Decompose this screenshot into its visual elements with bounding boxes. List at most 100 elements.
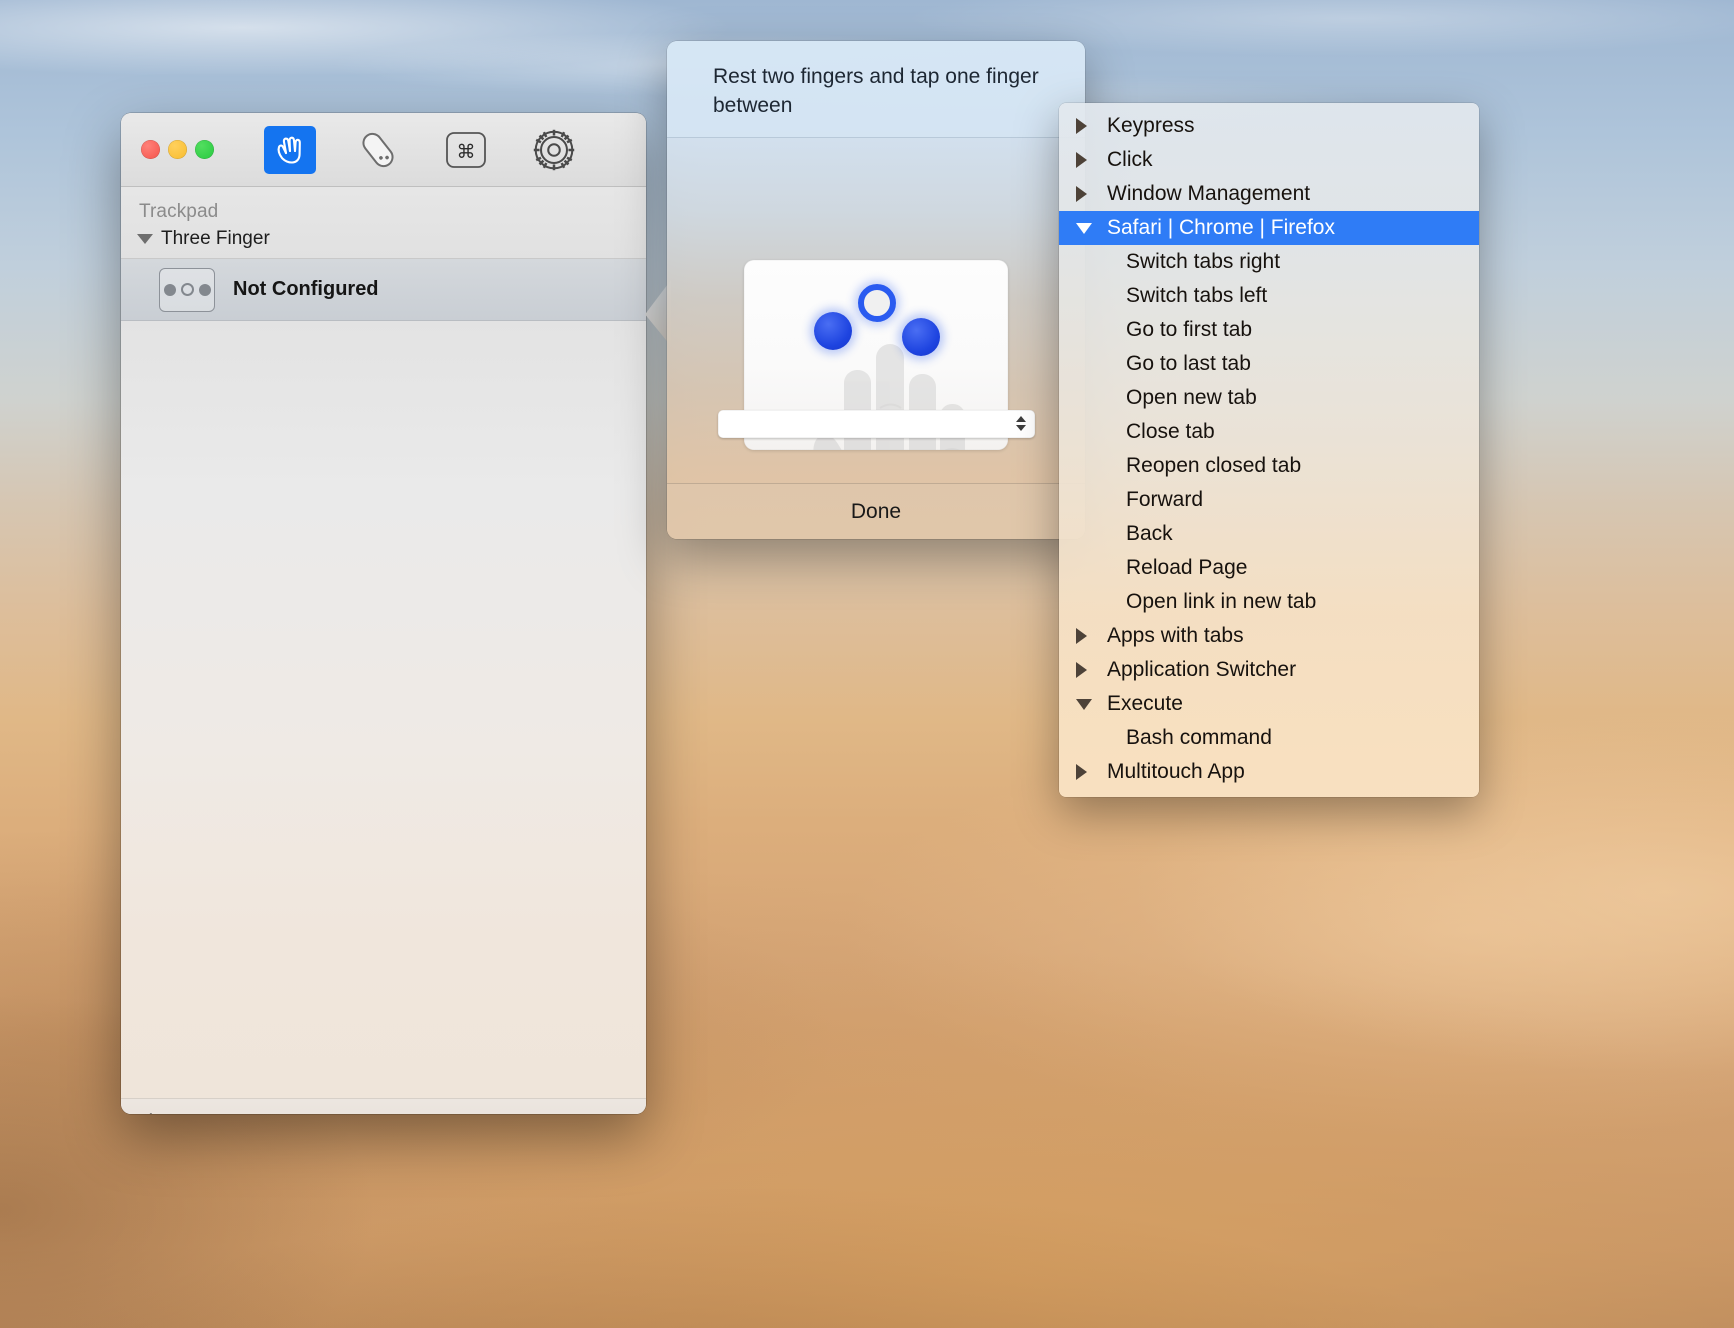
toolbar: ⌘ <box>264 125 580 174</box>
zoom-button[interactable] <box>195 140 214 159</box>
menu-item-label: Close tab <box>1126 420 1215 443</box>
action-context-menu: Keypress Click Window Management Safari | C… <box>1059 103 1479 797</box>
menu-item-apps-with-tabs[interactable]: Apps with tabs <box>1059 619 1479 653</box>
window-titlebar: ⌘ <box>121 113 646 187</box>
popover-footer: Done <box>667 483 1085 539</box>
menu-item-go-to-last-tab[interactable]: Go to last tab <box>1059 347 1479 381</box>
menu-item-label: Switch tabs right <box>1126 250 1281 273</box>
disclosure-triangle-right-icon <box>1076 662 1087 678</box>
menu-item-label: Safari | Chrome | Firefox <box>1107 216 1335 239</box>
menu-item-label: Reload Page <box>1126 556 1248 579</box>
trackpad-preferences-window: ⌘ Trackpad Three Finger Not Configured <box>121 113 646 1114</box>
two-dots-one-ring-icon <box>159 267 215 312</box>
menu-item-reload-page[interactable]: Reload Page <box>1059 551 1479 585</box>
chevron-up-icon <box>1016 416 1026 423</box>
menu-item-label: Bash command <box>1126 726 1272 749</box>
menu-item-click[interactable]: Click <box>1059 143 1479 177</box>
menu-item-label: Forward <box>1126 488 1204 511</box>
menu-item-execute[interactable]: Execute <box>1059 687 1479 721</box>
menu-item-forward[interactable]: Forward <box>1059 483 1479 517</box>
menu-item-back[interactable]: Back <box>1059 517 1479 551</box>
menu-disclosure-right[interactable] <box>1071 764 1101 780</box>
up-down-chevron-icon[interactable] <box>1016 416 1026 432</box>
menu-item-label: Back <box>1126 522 1173 545</box>
menu-item-label: Multitouch App <box>1107 760 1245 783</box>
toolbar-item-mouse[interactable] <box>352 126 404 174</box>
menu-disclosure-down[interactable] <box>1071 222 1101 234</box>
traffic-lights <box>141 140 214 159</box>
menu-disclosure-right[interactable] <box>1071 628 1101 644</box>
menu-item-label: Click <box>1107 148 1153 171</box>
gesture-configuration-popover: Rest two fingers and tap one finger betw… <box>667 41 1085 539</box>
menu-disclosure-right[interactable] <box>1071 152 1101 168</box>
popover-body <box>667 138 1085 468</box>
sidebar-group-three-finger[interactable]: Three Finger <box>137 227 646 258</box>
disclosure-triangle-down-icon <box>1076 698 1092 710</box>
menu-item-label: Reopen closed tab <box>1126 454 1302 477</box>
desktop-wallpaper: ⌘ Trackpad Three Finger Not Configured R… <box>0 0 1734 1328</box>
disclosure-triangle-down-icon <box>1076 222 1092 234</box>
menu-item-open-new-tab[interactable]: Open new tab <box>1059 381 1479 415</box>
menu-item-label: Open link in new tab <box>1126 590 1317 613</box>
menu-item-multitouch-app[interactable]: Multitouch App <box>1059 755 1479 789</box>
sidebar-group-title: Trackpad <box>139 201 219 222</box>
menu-item-label: Apps with tabs <box>1107 624 1244 647</box>
popover-title: Rest two fingers and tap one finger betw… <box>667 41 1085 138</box>
gear-icon <box>533 129 575 170</box>
menu-disclosure-right[interactable] <box>1071 662 1101 678</box>
hand-trackpad-icon <box>277 136 301 164</box>
action-select[interactable] <box>718 409 1035 438</box>
done-button[interactable]: Done <box>851 500 901 524</box>
menu-item-safari-chrome-firefox[interactable]: Safari | Chrome | Firefox <box>1059 211 1479 245</box>
svg-text:⌘: ⌘ <box>457 142 476 163</box>
menu-item-switch-tabs-right[interactable]: Switch tabs right <box>1059 245 1479 279</box>
disclosure-triangle-right-icon <box>1076 118 1087 134</box>
gesture-list-item[interactable]: Not Configured <box>121 259 646 321</box>
disclosure-triangle-right-icon <box>1076 152 1087 168</box>
menu-item-label: Open new tab <box>1126 386 1257 409</box>
touch-ring-center <box>180 283 194 296</box>
magic-mouse-icon <box>362 132 394 167</box>
menu-item-close-tab[interactable]: Close tab <box>1059 415 1479 449</box>
menu-disclosure-right[interactable] <box>1071 186 1101 202</box>
disclosure-triangle-down-icon[interactable] <box>137 234 153 244</box>
sidebar-group-label: Three Finger <box>161 228 270 249</box>
menu-item-label: Application Switcher <box>1107 658 1297 681</box>
toolbar-item-keyboard[interactable]: ⌘ <box>440 126 492 174</box>
toolbar-item-settings[interactable] <box>528 126 580 174</box>
menu-item-go-to-first-tab[interactable]: Go to first tab <box>1059 313 1479 347</box>
sidebar-header: Trackpad Three Finger <box>121 187 646 259</box>
minimize-button[interactable] <box>168 140 187 159</box>
menu-item-application-switcher[interactable]: Application Switcher <box>1059 653 1479 687</box>
toolbar-item-trackpad[interactable] <box>264 125 316 174</box>
window-footer: + − <box>121 1098 646 1114</box>
gesture-item-label: Not Configured <box>233 278 379 300</box>
command-key-icon: ⌘ <box>446 131 486 168</box>
touch-point-right <box>902 317 940 356</box>
touch-dot-right <box>198 283 211 296</box>
close-button[interactable] <box>141 140 160 159</box>
menu-item-label: Go to last tab <box>1126 352 1251 375</box>
menu-item-keypress[interactable]: Keypress <box>1059 109 1479 143</box>
menu-disclosure-down[interactable] <box>1071 698 1101 710</box>
menu-item-label: Keypress <box>1107 114 1195 137</box>
disclosure-triangle-right-icon <box>1076 186 1087 202</box>
add-gesture-button[interactable]: + <box>143 1107 159 1115</box>
touch-dot-left <box>163 283 176 296</box>
menu-item-label: Window Management <box>1107 182 1311 205</box>
menu-item-open-link-in-new-tab[interactable]: Open link in new tab <box>1059 585 1479 619</box>
remove-gesture-button[interactable]: − <box>177 1107 193 1115</box>
disclosure-triangle-right-icon <box>1076 764 1087 780</box>
touch-point-center <box>858 283 896 322</box>
menu-item-switch-tabs-left[interactable]: Switch tabs left <box>1059 279 1479 313</box>
gesture-list-body <box>121 321 646 1098</box>
menu-item-bash-command[interactable]: Bash command <box>1059 721 1479 755</box>
menu-item-window-management[interactable]: Window Management <box>1059 177 1479 211</box>
menu-item-label: Execute <box>1107 692 1183 715</box>
touch-point-left <box>814 311 852 350</box>
menu-item-reopen-closed-tab[interactable]: Reopen closed tab <box>1059 449 1479 483</box>
chevron-down-icon <box>1016 425 1026 432</box>
menu-item-label: Go to first tab <box>1126 318 1253 341</box>
menu-disclosure-right[interactable] <box>1071 118 1101 134</box>
menu-item-label: Switch tabs left <box>1126 284 1268 307</box>
